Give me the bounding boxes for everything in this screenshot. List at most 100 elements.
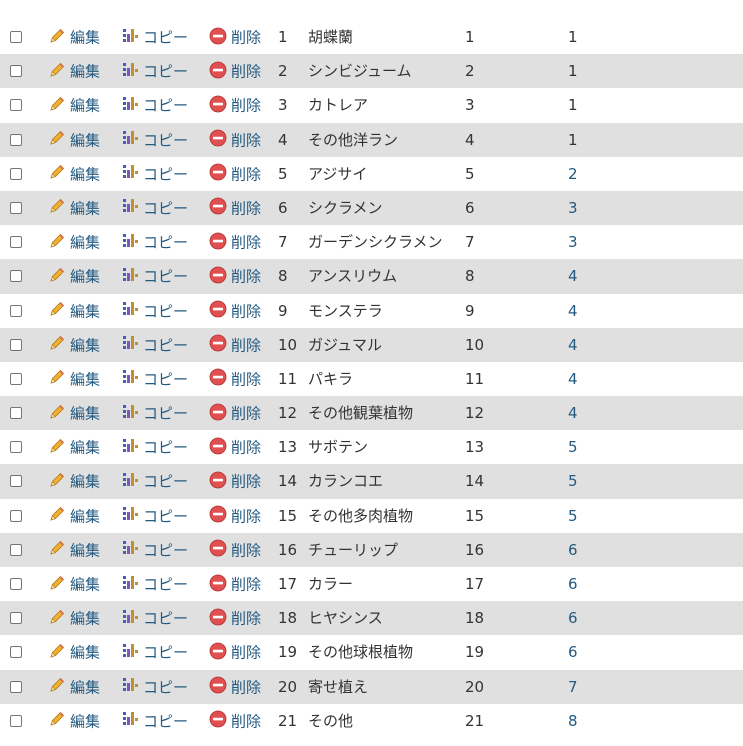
- copy-button[interactable]: コピー: [121, 430, 188, 464]
- row-checkbox[interactable]: [10, 236, 22, 249]
- copy-button[interactable]: コピー: [121, 191, 188, 225]
- copy-button[interactable]: コピー: [121, 362, 188, 396]
- cell-category-link[interactable]: 5: [568, 430, 578, 464]
- cell-category-link[interactable]: 4: [568, 294, 578, 328]
- copy-button[interactable]: コピー: [121, 396, 188, 430]
- cell-category-link[interactable]: 5: [568, 499, 578, 533]
- delete-button[interactable]: 削除: [209, 123, 261, 157]
- cell-category-link[interactable]: 1: [568, 20, 578, 54]
- edit-button[interactable]: 編集: [48, 430, 100, 464]
- row-checkbox[interactable]: [10, 133, 22, 146]
- edit-button[interactable]: 編集: [48, 88, 100, 122]
- row-checkbox[interactable]: [10, 270, 22, 283]
- copy-button[interactable]: コピー: [121, 259, 188, 293]
- row-checkbox[interactable]: [10, 714, 22, 727]
- delete-button[interactable]: 削除: [209, 362, 261, 396]
- copy-button[interactable]: コピー: [121, 601, 188, 635]
- edit-button[interactable]: 編集: [48, 396, 100, 430]
- edit-button[interactable]: 編集: [48, 499, 100, 533]
- delete-button[interactable]: 削除: [209, 499, 261, 533]
- cell-category-link[interactable]: 4: [568, 259, 578, 293]
- copy-button[interactable]: コピー: [121, 157, 188, 191]
- copy-button[interactable]: コピー: [121, 20, 188, 54]
- delete-button[interactable]: 削除: [209, 54, 261, 88]
- edit-button[interactable]: 編集: [48, 567, 100, 601]
- copy-button[interactable]: コピー: [121, 54, 188, 88]
- cell-category-link[interactable]: 1: [568, 88, 578, 122]
- row-checkbox[interactable]: [10, 509, 22, 522]
- edit-button[interactable]: 編集: [48, 20, 100, 54]
- copy-button[interactable]: コピー: [121, 533, 188, 567]
- edit-button[interactable]: 編集: [48, 328, 100, 362]
- copy-button[interactable]: コピー: [121, 294, 188, 328]
- cell-category-link[interactable]: 4: [568, 362, 578, 396]
- copy-button[interactable]: コピー: [121, 670, 188, 704]
- copy-button[interactable]: コピー: [121, 704, 188, 738]
- delete-button[interactable]: 削除: [209, 259, 261, 293]
- row-checkbox[interactable]: [10, 338, 22, 351]
- edit-button[interactable]: 編集: [48, 191, 100, 225]
- cell-category-link[interactable]: 2: [568, 157, 578, 191]
- edit-button[interactable]: 編集: [48, 533, 100, 567]
- delete-button[interactable]: 削除: [209, 704, 261, 738]
- row-checkbox[interactable]: [10, 372, 22, 385]
- copy-button[interactable]: コピー: [121, 328, 188, 362]
- row-checkbox[interactable]: [10, 680, 22, 693]
- row-checkbox[interactable]: [10, 99, 22, 112]
- delete-button[interactable]: 削除: [209, 396, 261, 430]
- delete-button[interactable]: 削除: [209, 88, 261, 122]
- delete-button[interactable]: 削除: [209, 430, 261, 464]
- cell-category-link[interactable]: 3: [568, 191, 578, 225]
- edit-button[interactable]: 編集: [48, 704, 100, 738]
- cell-category-link[interactable]: 8: [568, 704, 578, 738]
- row-checkbox[interactable]: [10, 201, 22, 214]
- cell-category-link[interactable]: 3: [568, 225, 578, 259]
- delete-button[interactable]: 削除: [209, 328, 261, 362]
- row-checkbox[interactable]: [10, 304, 22, 317]
- cell-category-link[interactable]: 4: [568, 396, 578, 430]
- delete-button[interactable]: 削除: [209, 225, 261, 259]
- copy-button[interactable]: コピー: [121, 123, 188, 157]
- edit-button[interactable]: 編集: [48, 464, 100, 498]
- delete-button[interactable]: 削除: [209, 294, 261, 328]
- edit-button[interactable]: 編集: [48, 259, 100, 293]
- copy-button[interactable]: コピー: [121, 635, 188, 669]
- cell-category-link[interactable]: 6: [568, 601, 578, 635]
- delete-button[interactable]: 削除: [209, 670, 261, 704]
- row-checkbox[interactable]: [10, 167, 22, 180]
- edit-button[interactable]: 編集: [48, 294, 100, 328]
- copy-button[interactable]: コピー: [121, 464, 188, 498]
- edit-button[interactable]: 編集: [48, 157, 100, 191]
- cell-category-link[interactable]: 1: [568, 123, 578, 157]
- copy-button[interactable]: コピー: [121, 567, 188, 601]
- row-checkbox[interactable]: [10, 31, 22, 43]
- row-checkbox[interactable]: [10, 578, 22, 590]
- cell-category-link[interactable]: 5: [568, 464, 578, 498]
- edit-button[interactable]: 編集: [48, 635, 100, 669]
- cell-category-link[interactable]: 7: [568, 670, 578, 704]
- delete-button[interactable]: 削除: [209, 20, 261, 54]
- row-checkbox[interactable]: [10, 441, 22, 454]
- row-checkbox[interactable]: [10, 612, 22, 625]
- cell-category-link[interactable]: 6: [568, 635, 578, 669]
- row-checkbox[interactable]: [10, 475, 22, 488]
- cell-category-link[interactable]: 6: [568, 533, 578, 567]
- delete-button[interactable]: 削除: [209, 533, 261, 567]
- delete-button[interactable]: 削除: [209, 464, 261, 498]
- delete-button[interactable]: 削除: [209, 601, 261, 635]
- row-checkbox[interactable]: [10, 646, 22, 659]
- edit-button[interactable]: 編集: [48, 225, 100, 259]
- copy-button[interactable]: コピー: [121, 499, 188, 533]
- edit-button[interactable]: 編集: [48, 54, 100, 88]
- delete-button[interactable]: 削除: [209, 635, 261, 669]
- delete-button[interactable]: 削除: [209, 191, 261, 225]
- row-checkbox[interactable]: [10, 407, 22, 420]
- edit-button[interactable]: 編集: [48, 123, 100, 157]
- edit-button[interactable]: 編集: [48, 670, 100, 704]
- copy-button[interactable]: コピー: [121, 88, 188, 122]
- cell-category-link[interactable]: 1: [568, 54, 578, 88]
- cell-category-link[interactable]: 6: [568, 567, 578, 601]
- copy-button[interactable]: コピー: [121, 225, 188, 259]
- cell-category-link[interactable]: 4: [568, 328, 578, 362]
- row-checkbox[interactable]: [10, 65, 22, 78]
